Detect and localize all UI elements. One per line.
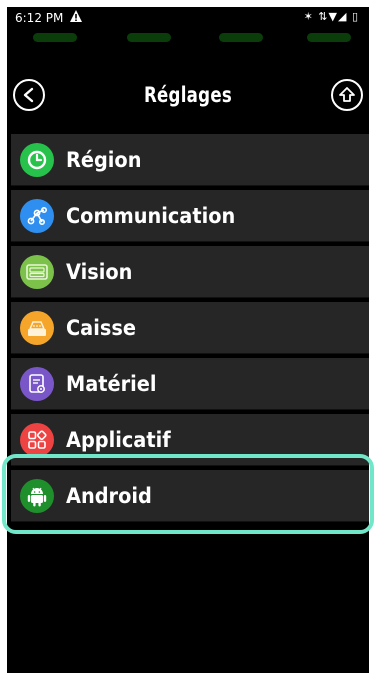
led-indicator [127, 33, 171, 42]
menu-item-label: Vision [66, 259, 133, 284]
menu-item-android[interactable]: Android [11, 470, 369, 522]
header: Réglages [7, 75, 369, 119]
menu-item-label: Caisse [66, 315, 136, 340]
status-bar: 6:12 PM ✶ ⇅▼◢ ▯ [7, 7, 369, 29]
led-indicator [307, 33, 351, 42]
menu-item-region[interactable]: Région [11, 134, 369, 186]
menu-item-caisse[interactable]: Caisse [11, 302, 369, 354]
menu-item-applicatif[interactable]: Applicatif [11, 414, 369, 466]
menu-item-label: Android [66, 483, 152, 508]
menu-item-label: Région [66, 147, 142, 172]
apps-icon [20, 422, 54, 457]
menu-item-materiel[interactable]: Matériel [11, 358, 369, 410]
device-settings-icon [20, 366, 54, 401]
share-network-icon [20, 198, 54, 233]
android-icon [20, 478, 54, 513]
screen: 6:12 PM ✶ ⇅▼◢ ▯ Réglages Région Communic… [7, 7, 369, 673]
home-up-icon [339, 87, 355, 102]
status-time: 6:12 PM [15, 11, 64, 25]
status-icons: ✶ ⇅▼◢ ▯ [303, 10, 359, 23]
clock-icon [20, 142, 54, 177]
menu-item-label: Matériel [66, 371, 157, 396]
status-led-bar [7, 33, 369, 47]
cash-register-icon [20, 310, 54, 345]
menu-item-label: Applicatif [66, 427, 171, 452]
menu-item-communication[interactable]: Communication [11, 190, 369, 242]
home-button[interactable] [331, 79, 363, 111]
led-indicator [33, 33, 77, 42]
display-icon [20, 254, 54, 289]
page-title: Réglages [143, 83, 233, 107]
menu-item-vision[interactable]: Vision [11, 246, 369, 298]
led-indicator [219, 33, 263, 42]
warning-icon [70, 10, 82, 22]
menu-item-label: Communication [66, 203, 236, 228]
